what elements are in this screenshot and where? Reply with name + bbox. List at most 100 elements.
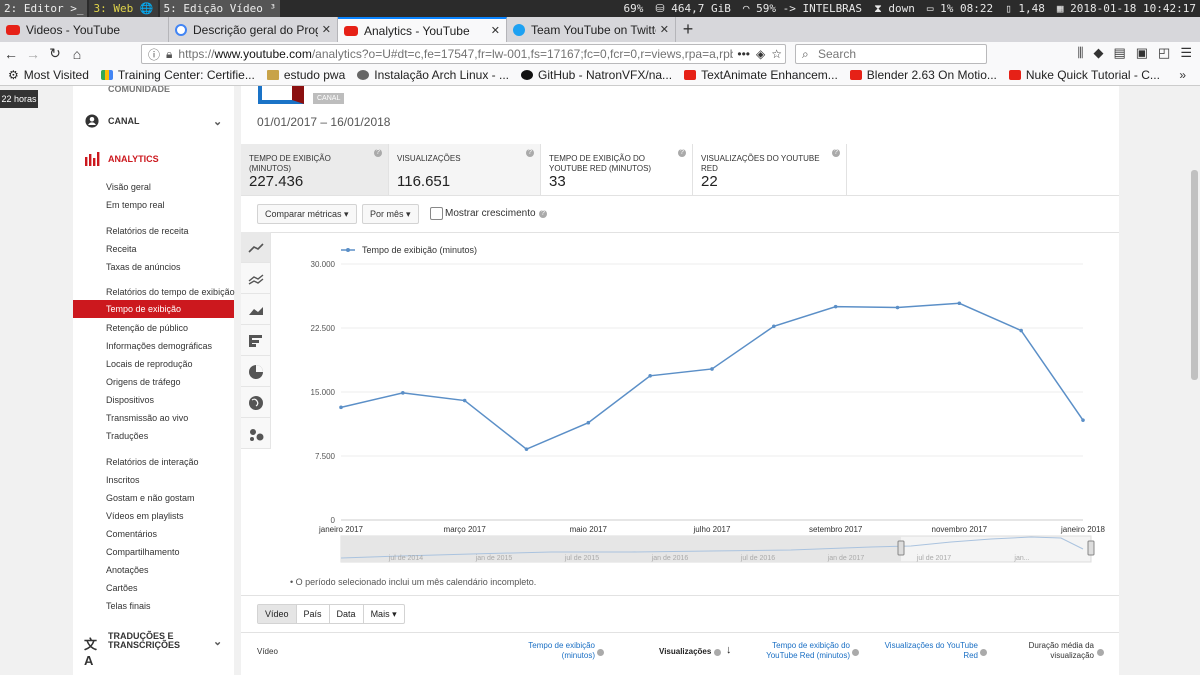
sidebar-icon[interactable]: ▤ <box>1113 45 1125 61</box>
growth-checkbox[interactable] <box>430 207 443 220</box>
sidebar-item[interactable]: Origens de tráfego <box>106 377 181 387</box>
date-range[interactable]: 01/01/2017 – 16/01/2018 <box>257 115 390 129</box>
workspace-5[interactable]: 5: Edição Vídeo ³ <box>159 0 281 17</box>
help-icon[interactable]: ? <box>374 149 382 157</box>
sidebar-item[interactable]: Visão geral <box>106 182 151 192</box>
bookmark-nuke[interactable]: Nuke Quick Tutorial - C... <box>1008 68 1160 82</box>
col-video[interactable]: Vídeo <box>257 647 278 656</box>
help-icon[interactable] <box>852 649 859 656</box>
col-red-watch-time[interactable]: Tempo de exibição do YouTube Red (minuto… <box>748 641 850 661</box>
bookmark-folder[interactable]: estudo pwa <box>266 68 345 82</box>
col-avg-duration[interactable]: Duração média da visualização <box>1011 641 1094 661</box>
help-icon[interactable]: ? <box>539 210 547 218</box>
area-chart-icon[interactable] <box>241 294 271 325</box>
help-icon[interactable]: ? <box>678 149 686 157</box>
col-watch-time[interactable]: Tempo de exibição (minutos) <box>511 641 595 661</box>
sidebar-item[interactable]: Relatórios de interação <box>106 457 199 467</box>
metric-red-watch-time[interactable]: TEMPO DE EXIBIÇÃO DO YOUTUBE RED (MINUTO… <box>541 144 693 195</box>
sidebar-section-canal[interactable]: CANAL ⌄ <box>84 114 234 128</box>
search-input[interactable]: ⌕ Search <box>795 44 987 64</box>
bookmark-training[interactable]: Training Center: Certifie... <box>100 68 255 82</box>
sidebar-item[interactable]: Informações demográficas <box>106 341 212 351</box>
globe-icon[interactable] <box>241 387 271 418</box>
table-tab-country[interactable]: País <box>297 605 330 623</box>
sidebar-item[interactable]: Compartilhamento <box>106 547 180 557</box>
sidebar-item[interactable]: Relatórios de receita <box>106 226 189 236</box>
help-icon[interactable] <box>597 649 604 656</box>
tab-analytics[interactable]: Analytics - YouTube ✕ <box>338 17 507 42</box>
bookmark-arch[interactable]: Instalação Arch Linux - ... <box>357 68 509 82</box>
menu-icon[interactable]: ☰ <box>1180 45 1192 61</box>
help-icon[interactable] <box>980 649 987 656</box>
tab-google[interactable]: Descrição geral do Progra ✕ <box>169 17 338 42</box>
metric-views[interactable]: VISUALIZAÇÕES ? 116.651 <box>389 144 541 195</box>
sort-down-icon[interactable]: ↓ <box>726 644 732 656</box>
home-icon[interactable]: ⌂ <box>66 46 88 62</box>
sidebar-item[interactable]: Em tempo real <box>106 200 165 210</box>
sidebar-item[interactable]: Locais de reprodução <box>106 359 193 369</box>
help-icon[interactable] <box>1097 649 1104 656</box>
table-tab-video[interactable]: Vídeo <box>258 605 297 623</box>
bar-chart-icon[interactable] <box>241 325 271 356</box>
bookmark-blender[interactable]: Blender 2.63 On Motio... <box>849 68 997 82</box>
bookmark-star-icon[interactable]: ☆ <box>771 47 782 61</box>
col-views[interactable]: Visualizações <box>659 647 711 656</box>
table-tab-more[interactable]: Mais ▾ <box>364 605 404 623</box>
library-icon[interactable]: ⫼ <box>1077 45 1083 61</box>
bookmarks-overflow-icon[interactable]: » <box>1179 68 1186 82</box>
tab-twitter[interactable]: Team YouTube on Twitte ✕ <box>507 17 676 42</box>
period-dropdown[interactable]: Por mês ▾ <box>362 204 419 224</box>
bookmark-textanimate[interactable]: TextAnimate Enhancem... <box>684 68 838 82</box>
help-icon[interactable] <box>714 649 721 656</box>
sidebar-item[interactable]: Retenção de público <box>106 323 188 333</box>
sidebar-item[interactable]: Cartões <box>106 583 138 593</box>
window-icon[interactable]: ◰ <box>1158 45 1170 61</box>
metric-red-views[interactable]: VISUALIZAÇÕES DO YOUTUBE RED ? 22 <box>693 144 847 195</box>
close-tab-icon[interactable]: ✕ <box>322 23 331 36</box>
sidebar-item[interactable]: Telas finais <box>106 601 151 611</box>
url-bar[interactable]: ⓘ 🔒︎ https://www.youtube.com/analytics?o… <box>141 44 786 64</box>
workspace-2[interactable]: 2: Editor >_ <box>0 0 88 17</box>
sidebar-item[interactable]: Comentários <box>106 529 157 539</box>
tab-videos[interactable]: Videos - YouTube <box>0 17 169 42</box>
col-red-views[interactable]: Visualizações do YouTube Red <box>870 641 978 661</box>
sidebar-item[interactable]: Vídeos em playlists <box>106 511 184 521</box>
sidebar-item[interactable]: Dispositivos <box>106 395 154 405</box>
multi-line-chart-icon[interactable] <box>241 263 271 294</box>
bookmark-github[interactable]: GitHub - NatronVFX/na... <box>521 68 672 82</box>
sidebar-section-translations[interactable]: 文A TRADUÇÕES E TRANSCRIÇÕES ⌄ <box>84 632 234 669</box>
line-chart-icon[interactable] <box>241 232 271 263</box>
sidebar-section-community[interactable]: COMUNIDADE <box>84 86 170 96</box>
help-icon[interactable]: ? <box>832 149 840 157</box>
sidebar-item[interactable]: Relatórios do tempo de exibição <box>106 287 235 297</box>
range-handle-left[interactable] <box>897 540 905 556</box>
close-tab-icon[interactable]: ✕ <box>491 24 500 37</box>
sidebar-item[interactable]: Inscritos <box>106 475 140 485</box>
sidebar-item[interactable]: Anotações <box>106 565 149 575</box>
chevron-down-icon[interactable]: ⌄ <box>213 115 222 128</box>
help-icon[interactable]: ? <box>526 149 534 157</box>
screenshot-icon[interactable]: ▣ <box>1136 45 1148 61</box>
pie-chart-icon[interactable] <box>241 356 271 387</box>
bubble-chart-icon[interactable] <box>241 418 271 449</box>
metric-watch-time[interactable]: TEMPO DE EXIBIÇÃO (MINUTOS) ? 227.436 <box>241 144 389 195</box>
forward-arrow-icon[interactable]: → <box>22 46 44 62</box>
bookmark-most-visited[interactable]: ⚙ Most Visited <box>8 68 89 82</box>
scrollbar-thumb[interactable] <box>1191 170 1198 380</box>
growth-label[interactable]: Mostrar crescimento <box>445 208 536 219</box>
sidebar-item[interactable]: Traduções <box>106 431 148 441</box>
close-tab-icon[interactable]: ✕ <box>660 23 669 36</box>
info-icon[interactable]: ⓘ <box>148 46 160 63</box>
page-scrollbar[interactable] <box>1189 86 1200 675</box>
workspace-3[interactable]: 3: Web 🌐 <box>89 0 158 17</box>
sidebar-item[interactable]: Receita <box>106 244 137 254</box>
pocket-icon[interactable]: ◈ <box>756 47 765 61</box>
reload-icon[interactable]: ↻ <box>44 45 66 62</box>
new-tab-button[interactable]: + <box>676 17 700 42</box>
sidebar-item[interactable]: Taxas de anúncios <box>106 262 181 272</box>
chevron-down-icon[interactable]: ⌄ <box>213 635 222 648</box>
compare-metrics-dropdown[interactable]: Comparar métricas ▾ <box>257 204 357 224</box>
sidebar-section-analytics[interactable]: ANALYTICS <box>84 152 159 166</box>
extension-icon[interactable]: ◆ <box>1093 45 1103 61</box>
sidebar-item[interactable]: Transmissão ao vivo <box>106 413 188 423</box>
